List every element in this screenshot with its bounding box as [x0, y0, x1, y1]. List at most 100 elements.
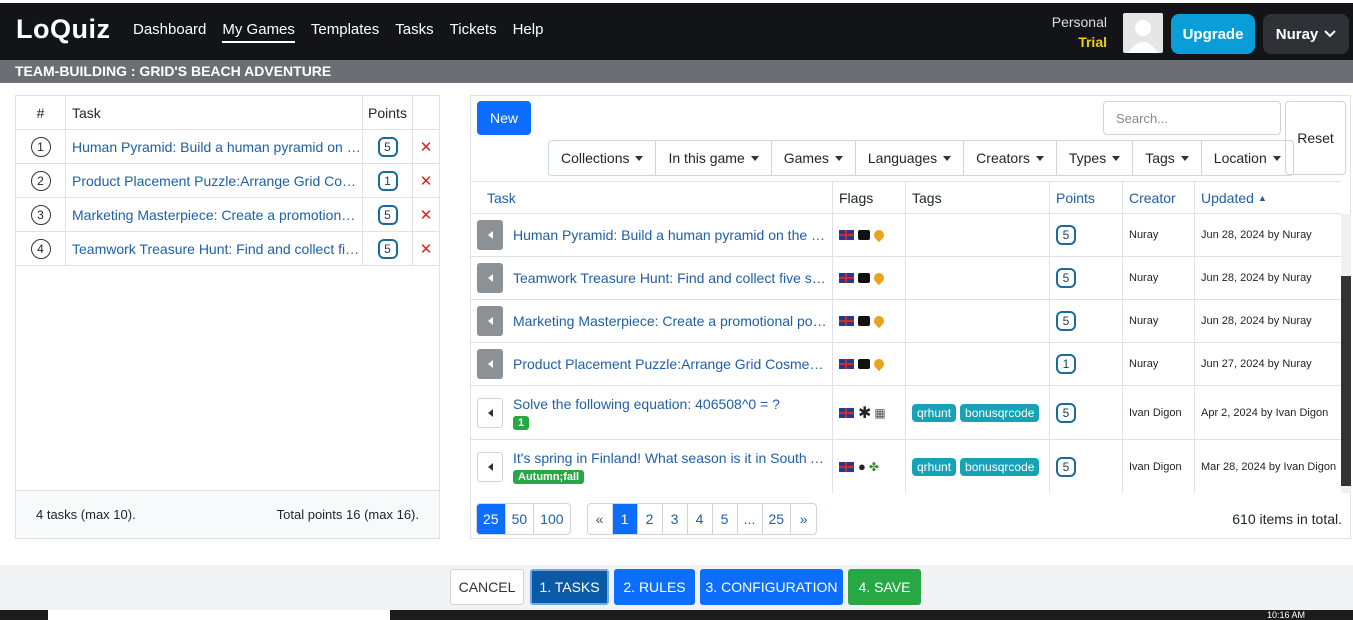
scroll-thumb[interactable]	[1341, 276, 1351, 486]
tag-badge[interactable]: bonusqrcode	[960, 457, 1040, 476]
reset-button[interactable]: Reset	[1285, 101, 1346, 175]
step-rules-button[interactable]: 2. RULES	[614, 569, 695, 605]
wizard-steps: CANCEL 1. TASKS 2. RULES 3. CONFIGURATIO…	[0, 565, 1353, 610]
task-link[interactable]: Product Placement Puzzle:Arrange Grid Co…	[513, 356, 827, 372]
taskbar-search[interactable]	[48, 610, 390, 620]
page-size-50[interactable]: 50	[506, 504, 535, 534]
avatar[interactable]	[1123, 13, 1163, 53]
remove-icon[interactable]: ✕	[420, 138, 433, 156]
remove-icon[interactable]: ✕	[420, 172, 433, 190]
sort-asc-icon: ▲	[1257, 192, 1267, 203]
camera-icon	[858, 316, 870, 326]
nav-tickets[interactable]: Tickets	[450, 21, 497, 43]
points-badge: 5	[1056, 311, 1076, 331]
upgrade-button[interactable]: Upgrade	[1171, 14, 1255, 54]
col-task[interactable]: Task	[471, 182, 833, 213]
task-link[interactable]: Solve the following equation: 406508^0 =…	[513, 396, 827, 412]
add-task-arrow-button[interactable]	[477, 349, 503, 379]
updated: Jun 28, 2024 by Nuray	[1201, 229, 1312, 241]
filter-in-this-game[interactable]: In this game	[656, 141, 772, 175]
step-tasks-button[interactable]: 1. TASKS	[530, 569, 609, 605]
add-task-arrow-button[interactable]	[477, 263, 503, 293]
task-link[interactable]: Marketing Masterpiece: Create a promotio…	[513, 313, 827, 329]
camera-icon	[858, 273, 870, 283]
col-number: #	[16, 96, 66, 129]
cancel-button[interactable]: CANCEL	[450, 569, 524, 605]
nav-tasks[interactable]: Tasks	[395, 21, 433, 43]
add-task-arrow-button[interactable]	[477, 451, 503, 482]
plan-info: Personal Trial	[1052, 12, 1107, 52]
task-link[interactable]: Teamwork Treasure Hunt: Find and collect…	[72, 241, 362, 257]
points-badge: 1	[1056, 354, 1076, 374]
remove-icon[interactable]: ✕	[420, 240, 433, 258]
filter-games[interactable]: Games	[772, 141, 856, 175]
filter-types[interactable]: Types	[1057, 141, 1134, 175]
plan-status: Trial	[1078, 34, 1107, 50]
page-size-100[interactable]: 100	[534, 504, 569, 534]
location-pin-icon	[871, 227, 887, 243]
add-task-arrow-button[interactable]	[477, 220, 503, 250]
caret-down-icon	[1180, 155, 1189, 161]
filter-collections[interactable]: Collections	[549, 141, 657, 175]
table-row: Marketing Masterpiece: Create a promotio…	[471, 300, 1341, 343]
nav-templates[interactable]: Templates	[311, 21, 379, 43]
nav-my-games[interactable]: My Games	[222, 21, 295, 43]
points-badge: 5	[1056, 402, 1076, 423]
chevron-down-icon	[1324, 30, 1336, 38]
library-table-header: Task Flags Tags Points Creator Updated ▲	[471, 181, 1341, 214]
updated: Jun 28, 2024 by Nuray	[1201, 315, 1312, 327]
camera-icon	[858, 359, 870, 369]
caret-down-icon	[834, 155, 843, 161]
col-points[interactable]: Points	[1050, 182, 1123, 213]
step-save-button[interactable]: 4. SAVE	[848, 569, 921, 605]
search-input[interactable]: Search...	[1103, 101, 1281, 135]
col-tags: Tags	[906, 182, 1050, 213]
filter-languages[interactable]: Languages	[856, 141, 965, 175]
uk-flag-icon	[839, 230, 854, 240]
uk-flag-icon	[839, 316, 854, 326]
new-task-button[interactable]: New	[477, 101, 531, 135]
task-link[interactable]: Product Placement Puzzle:Arrange Grid Co…	[72, 173, 362, 189]
nav-dashboard[interactable]: Dashboard	[133, 21, 206, 43]
col-creator[interactable]: Creator	[1123, 182, 1195, 213]
tag-badge[interactable]: qrhunt	[912, 403, 957, 422]
creator: Nuray	[1123, 257, 1195, 299]
add-task-arrow-button[interactable]	[477, 306, 503, 336]
filter-location[interactable]: Location	[1202, 141, 1293, 175]
caret-down-icon	[943, 155, 952, 161]
page-size-25[interactable]: 25	[477, 504, 506, 534]
col-task: Task	[66, 96, 363, 129]
uk-flag-icon	[839, 273, 854, 283]
qr-scan-icon: ▦	[874, 405, 886, 420]
scrollbar[interactable]	[1341, 214, 1351, 493]
task-link[interactable]: Human Pyramid: Build a human pyramid on …	[72, 139, 362, 155]
selected-summary: 4 tasks (max 10). Total points 16 (max 1…	[16, 490, 439, 538]
add-task-arrow-button[interactable]	[477, 397, 503, 428]
page-3[interactable]: 3	[663, 504, 688, 534]
col-updated[interactable]: Updated ▲	[1195, 182, 1341, 213]
task-number: 2	[30, 170, 51, 191]
page-prev[interactable]: «	[588, 504, 613, 534]
task-link[interactable]: It's spring in Finland! What season is i…	[513, 450, 827, 466]
step-configuration-button[interactable]: 3. CONFIGURATION	[700, 569, 843, 605]
nav-help[interactable]: Help	[513, 21, 544, 43]
task-link[interactable]: Teamwork Treasure Hunt: Find and collect…	[513, 270, 827, 286]
tag-badge[interactable]: bonusqrcode	[960, 403, 1040, 422]
tag-badge[interactable]: qrhunt	[912, 457, 957, 476]
points-badge: 5	[1056, 225, 1076, 245]
remove-icon[interactable]: ✕	[420, 206, 433, 224]
task-link[interactable]: Marketing Masterpiece: Create a promotio…	[72, 207, 362, 223]
task-link[interactable]: Human Pyramid: Build a human pyramid on …	[513, 227, 827, 243]
filter-creators[interactable]: Creators	[964, 141, 1057, 175]
page-5[interactable]: 5	[713, 504, 738, 534]
page-2[interactable]: 2	[638, 504, 663, 534]
page-1[interactable]: 1	[612, 504, 638, 534]
user-menu-button[interactable]: Nuray	[1263, 14, 1349, 54]
page-next[interactable]: »	[791, 504, 816, 534]
table-row: Human Pyramid: Build a human pyramid on …	[471, 214, 1341, 257]
filter-tags[interactable]: Tags	[1133, 141, 1202, 175]
arrow-left-icon	[487, 317, 493, 325]
logo[interactable]: LoQuiz	[16, 14, 110, 45]
page-25[interactable]: 25	[763, 504, 792, 534]
page-4[interactable]: 4	[688, 504, 713, 534]
